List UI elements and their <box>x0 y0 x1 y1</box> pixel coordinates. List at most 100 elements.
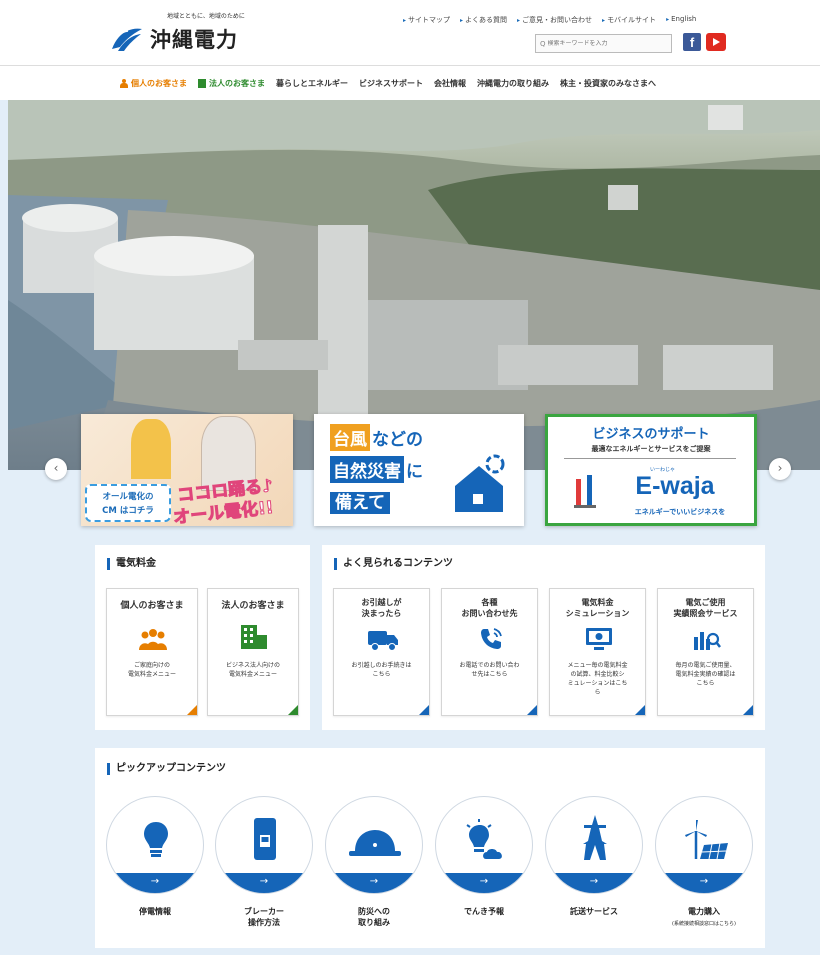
site-logo[interactable]: 沖縄電力 <box>108 24 238 54</box>
nav-business[interactable]: 法人のお客さま <box>198 78 265 89</box>
banner2-disaster: 自然災害 <box>330 456 404 483</box>
logo-text: 沖縄電力 <box>150 28 238 52</box>
phone-icon <box>481 628 502 649</box>
banner3-tagline: エネルギーでいいビジネスを <box>634 508 726 516</box>
hard-hat-icon <box>349 830 401 856</box>
nav-lifestyle[interactable]: 暮らしとエネルギー <box>276 78 348 89</box>
bulb-cloud-icon <box>466 819 502 859</box>
banner2-ni: に <box>406 462 423 482</box>
corner-marker <box>288 705 298 715</box>
banner3-brand: E-waja <box>635 472 715 500</box>
banner-all-electric-cm[interactable]: オール電化の CM はコチラ ココロ踊る♪ オール電化!! <box>81 414 293 526</box>
popular-card-usage-title: 電気ご使用 実績照会サービス <box>673 598 738 618</box>
popular-card-usage[interactable]: 電気ご使用 実績照会サービス 毎月の電気ご使用量、 電気料金実績の確認は こちら <box>657 588 754 716</box>
facebook-icon[interactable]: f <box>683 33 701 51</box>
pickup-disaster-label: 防災への 取り組み <box>358 907 390 927</box>
okiden-logo-icon <box>109 28 142 51</box>
price-card-business-desc: ビジネス法人向けの 電気料金メニュー <box>225 662 280 678</box>
nav-personal-label: 個人のお客さま <box>131 78 187 88</box>
banner2-row2: 自然災害 に <box>330 456 423 483</box>
price-card-personal[interactable]: 個人のお客さま ご家庭向けの 電気料金メニュー <box>106 588 198 716</box>
corner-marker <box>527 705 537 715</box>
price-card-personal-desc: ご家庭向けの 電気料金メニュー <box>127 662 176 678</box>
price-card-personal-title: 個人のお客さま <box>120 601 184 611</box>
pickup-power-purchase[interactable]: → <box>655 796 753 894</box>
pickup-arrow: → <box>436 873 532 893</box>
nav-personal[interactable]: 個人のお客さま <box>120 78 187 89</box>
banner-disaster-prep[interactable]: 台風 などの 自然災害 に 備えて <box>314 414 524 526</box>
pickup-arrow: → <box>216 873 312 893</box>
corner-marker <box>743 705 753 715</box>
banner2-typhoon: 台風 <box>330 424 370 451</box>
pickup-wheeling-service[interactable]: → <box>545 796 643 894</box>
nav-investors[interactable]: 株主・投資家のみなさまへ <box>560 78 656 89</box>
pickup-outage-info[interactable]: → <box>106 796 204 894</box>
building-icon <box>198 78 206 88</box>
pickup-arrow: → <box>107 873 203 893</box>
contact-link[interactable]: ご意見・お問い合わせ <box>517 15 592 25</box>
faq-link[interactable]: よくある質問 <box>460 15 507 25</box>
banner-business-support[interactable]: ビジネスのサポート 最適なエネルギーとサービスをご提案 いーわじゃ E-waja… <box>545 414 757 526</box>
pickup-purchase-label: 電力購入 <box>688 907 720 916</box>
popular-card-usage-desc: 毎月の電気ご使用量、 電気料金実績の確認は こちら <box>675 662 736 687</box>
house-storm-icon <box>455 454 505 512</box>
pickup-breaker-label: ブレーカー 操作方法 <box>244 907 284 927</box>
banner2-sonaete: 備えて <box>330 492 391 514</box>
tagline: 地域とともに、地域のために <box>167 13 245 20</box>
person-icon <box>120 78 128 88</box>
english-link[interactable]: English <box>666 15 696 25</box>
pickup-outage-label: 停電情報 <box>139 907 171 916</box>
wind-solar-icon <box>685 820 728 860</box>
pickup-disaster-prevention[interactable]: → <box>325 796 423 894</box>
panel-pickup-contents: ピックアップコンテンツ → 停電情報 → ブレーカー 操作方法 → 防災への 取… <box>95 748 765 948</box>
power-tower-icon <box>574 475 596 508</box>
cm-line1: オール電化の <box>102 492 154 502</box>
popular-card-moving-title: お引越しが 決まったら <box>361 598 402 618</box>
banner3-subtitle: 最適なエネルギーとサービスをご提案 <box>591 445 711 453</box>
corner-marker <box>635 705 645 715</box>
pickup-breaker[interactable]: → <box>215 796 313 894</box>
sitemap-link[interactable]: サイトマップ <box>403 15 450 25</box>
nav-initiatives[interactable]: 沖縄電力の取り組み <box>477 78 549 89</box>
pickup-wheeling-label: 託送サービス <box>570 907 618 916</box>
panel-title-popular: よく見られるコンテンツ <box>334 558 453 570</box>
pickup-power-forecast[interactable]: → <box>435 796 533 894</box>
panel-title-price: 電気料金 <box>107 558 156 570</box>
youtube-icon[interactable] <box>706 33 726 51</box>
utility-links: サイトマップ よくある質問 ご意見・お問い合わせ モバイルサイト English <box>403 15 696 25</box>
pickup-arrow: → <box>546 873 642 893</box>
carousel-prev-button[interactable]: ‹ <box>45 458 67 480</box>
popular-card-moving[interactable]: お引越しが 決まったら お引越しのお手続きは こちら <box>333 588 430 716</box>
popular-card-simulation[interactable]: 電気料金 シミュレーション メニュー毎の電気料金 の試算、料金比較シ ミュレーシ… <box>549 588 646 716</box>
banner3-title: ビジネスのサポート <box>592 427 710 442</box>
bar-chart-magnifier-icon <box>694 632 721 650</box>
panel-popular-contents: よく見られるコンテンツ お引越しが 決まったら お引越しのお手続きは こちら 各… <box>322 545 765 730</box>
popular-card-moving-desc: お引越しのお手続きは こちら <box>351 662 412 678</box>
panel-title-pickup: ピックアップコンテンツ <box>107 763 226 775</box>
nav-business-support[interactable]: ビジネスサポート <box>359 78 423 89</box>
search-input[interactable] <box>547 40 658 47</box>
nav-business-label: 法人のお客さま <box>209 78 265 88</box>
search-icon[interactable]: Q <box>540 40 546 48</box>
lightbulb-icon <box>144 822 168 857</box>
popular-card-contact[interactable]: 各種 お問い合わせ先 お電話でのお問い合わ せ先はこちら <box>441 588 538 716</box>
cm-badge: オール電化の CM はコチラ <box>85 484 171 522</box>
price-card-business[interactable]: 法人のお客さま ビジネス法人向けの 電気料金メニュー <box>207 588 299 716</box>
carousel-next-button[interactable]: › <box>769 458 791 480</box>
family-icon <box>139 629 167 650</box>
monitor-icon <box>586 628 612 650</box>
divider <box>564 458 736 459</box>
nav-company[interactable]: 会社情報 <box>434 78 466 89</box>
popular-card-simulation-title: 電気料金 シミュレーション <box>565 598 630 618</box>
mobile-site-link[interactable]: モバイルサイト <box>602 15 656 25</box>
search-box: Q <box>535 34 672 53</box>
pickup-forecast-label: でんき予報 <box>464 907 504 916</box>
popular-card-simulation-desc: メニュー毎の電気料金 の試算、料金比較シ ミュレーションはこち ら <box>567 662 628 696</box>
truck-icon <box>368 631 398 651</box>
price-card-business-title: 法人のお客さま <box>221 601 285 611</box>
breaker-switch-icon <box>254 818 276 860</box>
pickup-arrow: → <box>326 873 422 893</box>
pickup-arrow: → <box>656 873 752 893</box>
corner-marker <box>187 705 197 715</box>
transmission-tower-icon <box>583 815 607 860</box>
